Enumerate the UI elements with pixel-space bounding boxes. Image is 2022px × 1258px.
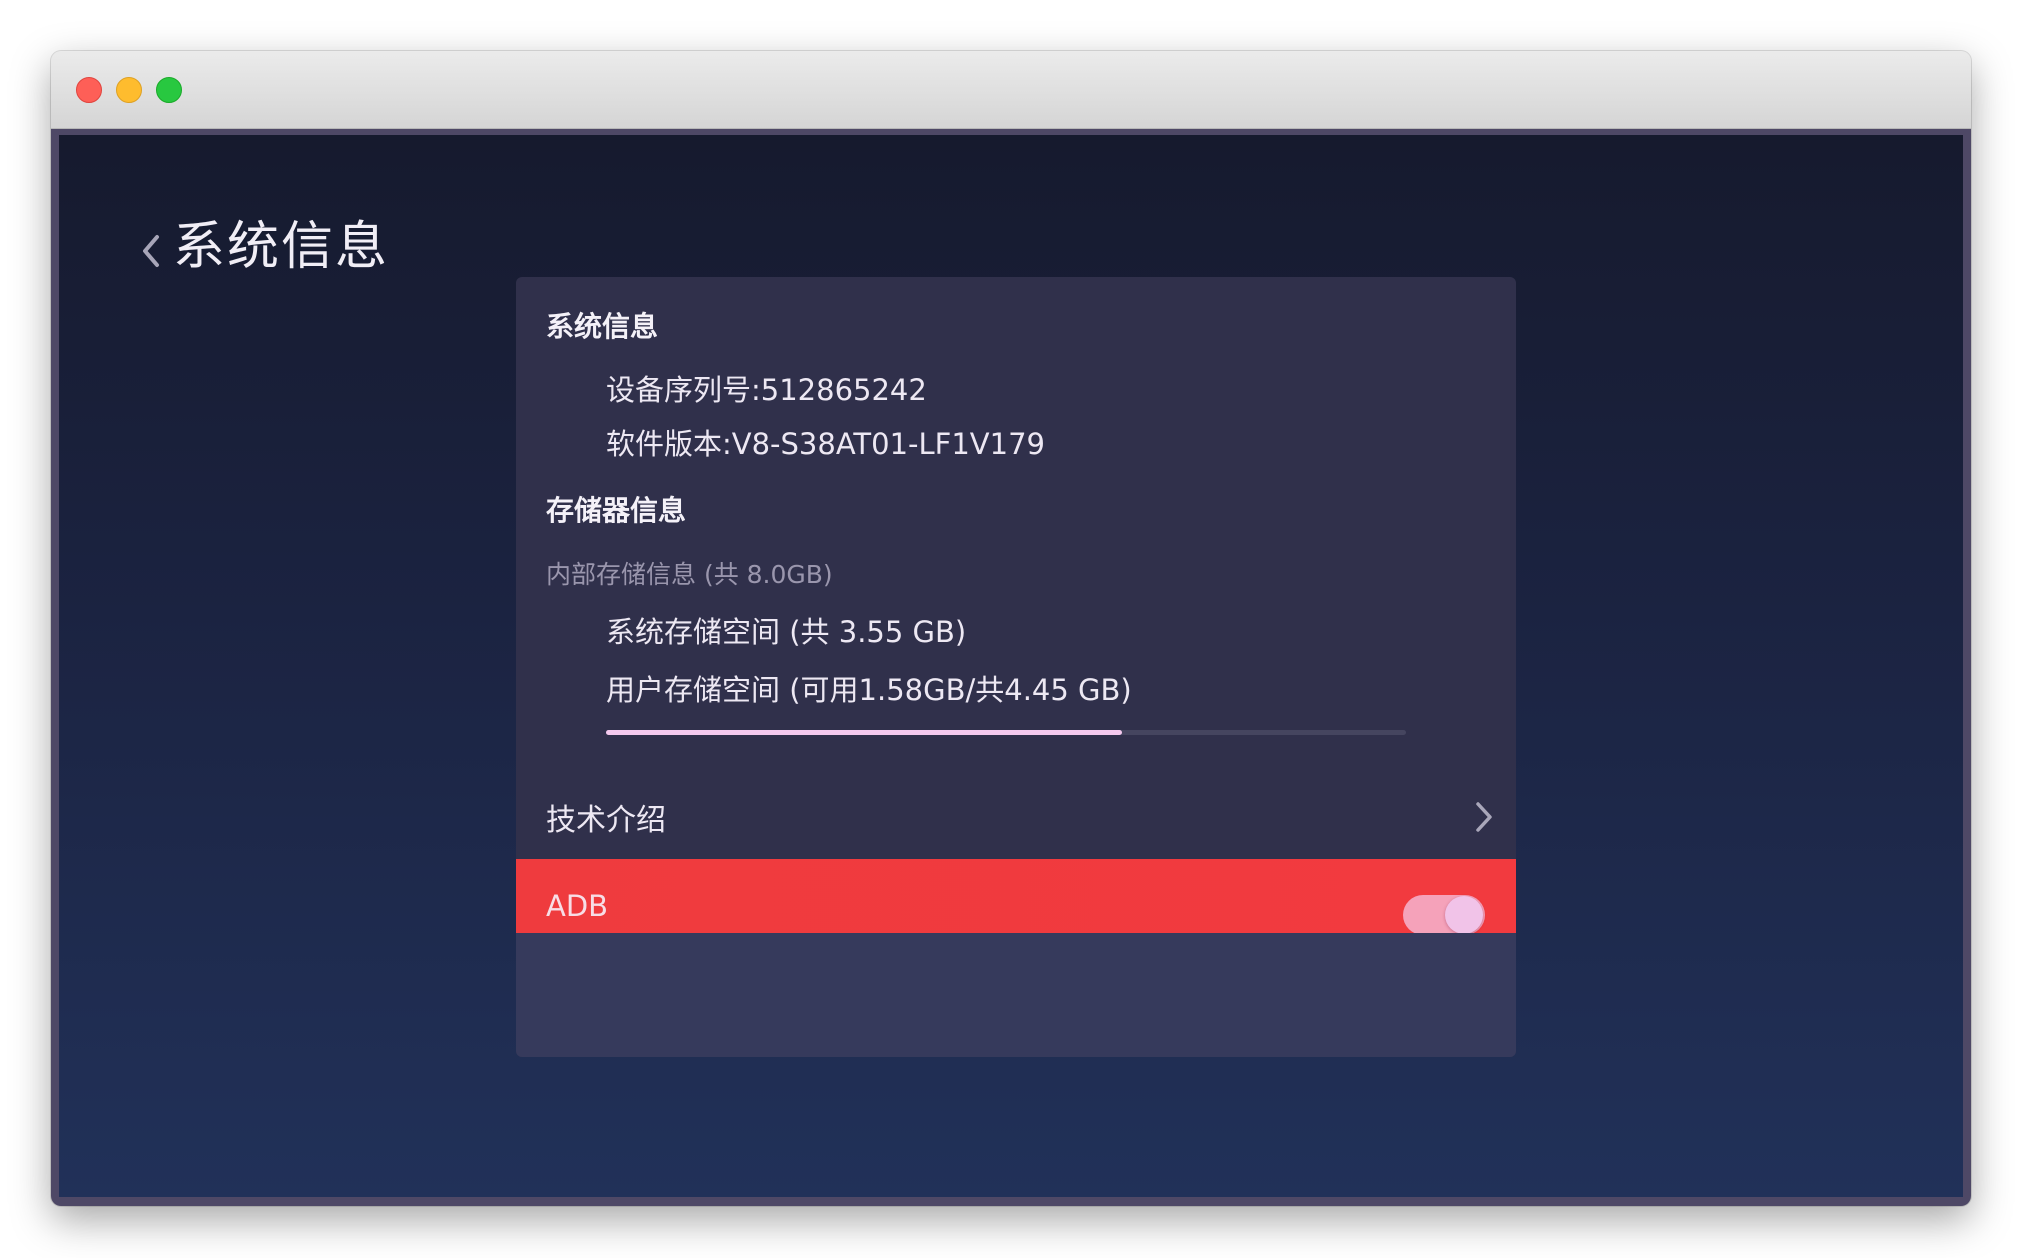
device-serial-text: 设备序列号:512865242 bbox=[606, 373, 927, 407]
chevron-right-icon bbox=[1476, 802, 1492, 832]
tech-intro-item[interactable]: 技术介绍 bbox=[516, 775, 1516, 859]
chevron-left-icon[interactable] bbox=[137, 231, 167, 271]
tv-screen: 系统信息 系统信息 设备序列号:512865242 软件版本:V8-S38AT0… bbox=[59, 135, 1963, 1197]
tech-intro-label: 技术介绍 bbox=[546, 803, 666, 838]
user-storage-progress-fill bbox=[606, 730, 1122, 735]
maximize-window-button[interactable] bbox=[156, 77, 182, 103]
user-storage-text: 用户存储空间 (可用1.58GB/共4.45 GB) bbox=[606, 673, 1132, 707]
internal-storage-label: 内部存储信息 (共 8.0GB) bbox=[546, 560, 833, 589]
adb-label: ADB bbox=[546, 889, 609, 923]
storage-info-heading: 存储器信息 bbox=[546, 494, 687, 527]
adb-toggle[interactable] bbox=[1403, 895, 1485, 935]
toggle-knob bbox=[1445, 896, 1483, 934]
system-info-heading: 系统信息 bbox=[546, 310, 659, 343]
panel-empty-area bbox=[516, 933, 1516, 1057]
page-title: 系统信息 bbox=[173, 217, 390, 277]
info-panel: 系统信息 设备序列号:512865242 软件版本:V8-S38AT01-LF1… bbox=[516, 277, 1516, 1057]
system-storage-text: 系统存储空间 (共 3.55 GB) bbox=[606, 615, 967, 649]
minimize-window-button[interactable] bbox=[116, 77, 142, 103]
user-storage-progress-bar bbox=[606, 730, 1406, 735]
software-version-text: 软件版本:V8-S38AT01-LF1V179 bbox=[606, 427, 1045, 461]
screen-frame: 系统信息 系统信息 设备序列号:512865242 软件版本:V8-S38AT0… bbox=[51, 129, 1971, 1206]
close-window-button[interactable] bbox=[76, 77, 102, 103]
title-bar bbox=[51, 51, 1971, 129]
app-window: 系统信息 系统信息 设备序列号:512865242 软件版本:V8-S38AT0… bbox=[51, 51, 1971, 1206]
